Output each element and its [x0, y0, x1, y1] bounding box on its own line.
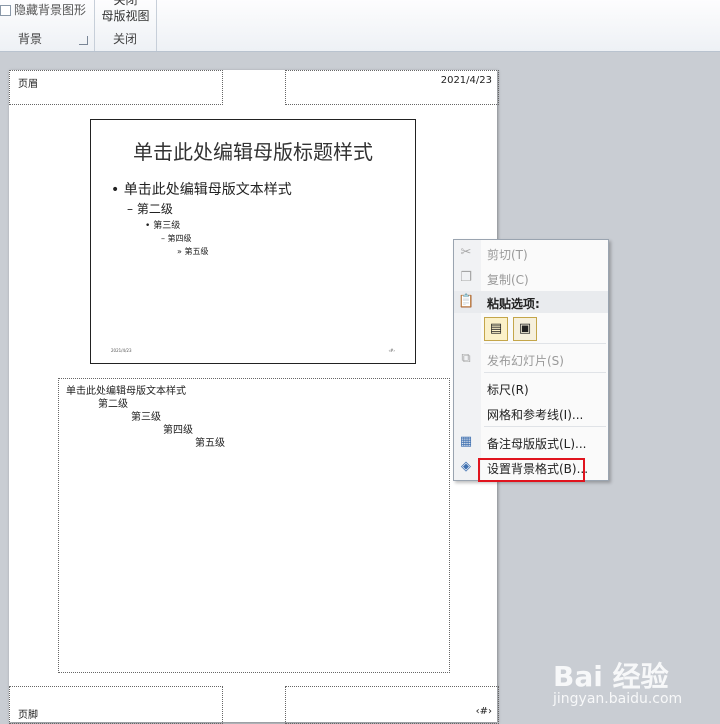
footer-text: 页脚 [18, 710, 38, 721]
paint-bucket-icon: ◈ [461, 459, 471, 474]
baidu-watermark: Bai 经验 jingyan.baidu.com [553, 655, 713, 715]
header-placeholder[interactable]: 页眉 [9, 70, 223, 105]
dialog-launcher-icon[interactable] [79, 36, 88, 45]
page-number-placeholder[interactable]: ‹#› [285, 686, 499, 724]
hide-background-checkbox[interactable]: 隐藏背景图形 [0, 1, 86, 18]
menu-item-cut[interactable]: ✂ 剪切(T) [454, 242, 608, 264]
copy-icon: ❐ [460, 270, 472, 285]
page-number-text: ‹#› [475, 706, 492, 717]
paste-picture-icon: ▣ [518, 321, 532, 336]
ribbon: 隐藏背景图形 背景 关闭 母版视图 关闭 [0, 0, 720, 52]
close-group-label: 关闭 [113, 32, 138, 46]
close-button-line2: 母版视图 [101, 9, 150, 23]
footer-placeholder[interactable]: 页脚 [9, 686, 223, 724]
paste-as-picture-button[interactable]: ▣ [513, 317, 537, 341]
paste-document-icon: ▤ [489, 321, 503, 336]
notes-level-5: 第五级 [195, 438, 225, 449]
notes-level-4: 第四级 [163, 425, 193, 436]
menu-item-grid-guides[interactable]: 网格和参考线(I)... [454, 402, 608, 424]
scissors-icon: ✂ [460, 245, 472, 260]
highlight-box [478, 458, 585, 482]
watermark-url: jingyan.baidu.com [553, 691, 683, 707]
checkbox-icon [0, 5, 11, 16]
slide-level-1: • 单击此处编辑母版文本样式 [111, 182, 292, 198]
menu-separator [484, 343, 606, 344]
slide-level-4: – 第四级 [161, 234, 192, 243]
close-master-view-button[interactable]: 关闭 母版视图 [95, 0, 156, 25]
menu-item-ruler[interactable]: 标尺(R) [454, 377, 608, 399]
date-placeholder[interactable]: 2021/4/23 [285, 70, 499, 105]
date-text: 2021/4/23 [440, 75, 492, 86]
background-group: 隐藏背景图形 背景 [0, 0, 95, 51]
background-group-label: 背景 [18, 32, 43, 46]
notes-level-3: 第三级 [131, 412, 161, 423]
menu-item-publish-slides[interactable]: ⧉ 发布幻灯片(S) [454, 348, 608, 370]
notes-placeholder[interactable]: 单击此处编辑母版文本样式 第二级 第三级 第四级 第五级 [58, 378, 450, 673]
notes-level-2: 第二级 [98, 399, 128, 410]
slide-footer-number: ‹#› [388, 348, 395, 353]
layout-icon: ▦ [459, 434, 473, 449]
paste-keep-format-button[interactable]: ▤ [484, 317, 508, 341]
publish-icon: ⧉ [461, 351, 471, 366]
slide-title: 单击此处编辑母版标题样式 [133, 140, 373, 164]
notes-master-page[interactable]: 页眉 2021/4/23 单击此处编辑母版标题样式 • 单击此处编辑母版文本样式… [9, 70, 499, 724]
watermark-logo: Bai 经验 [553, 660, 669, 693]
slide-level-3: • 第三级 [145, 221, 181, 231]
paste-options-header: 📋 粘贴选项: [454, 291, 608, 313]
slide-level-5: » 第五级 [177, 247, 209, 256]
slide-footer-date: 2021/4/23 [111, 348, 132, 353]
slide-image-placeholder[interactable]: 单击此处编辑母版标题样式 • 单击此处编辑母版文本样式 – 第二级 • 第三级 … [90, 119, 416, 364]
menu-item-copy[interactable]: ❐ 复制(C) [454, 267, 608, 289]
menu-separator [484, 372, 606, 373]
clipboard-icon: 📋 [458, 294, 475, 309]
menu-separator [484, 426, 606, 427]
close-group: 关闭 母版视图 关闭 [95, 0, 157, 51]
menu-item-notes-master-layout[interactable]: ▦ 备注母版版式(L)... [454, 431, 608, 453]
slide-level-2: – 第二级 [127, 202, 173, 216]
header-text: 页眉 [18, 79, 38, 90]
context-menu: ✂ 剪切(T) ❐ 复制(C) 📋 粘贴选项: ▤ ▣ ⧉ 发布幻灯片(S) 标… [453, 239, 609, 481]
